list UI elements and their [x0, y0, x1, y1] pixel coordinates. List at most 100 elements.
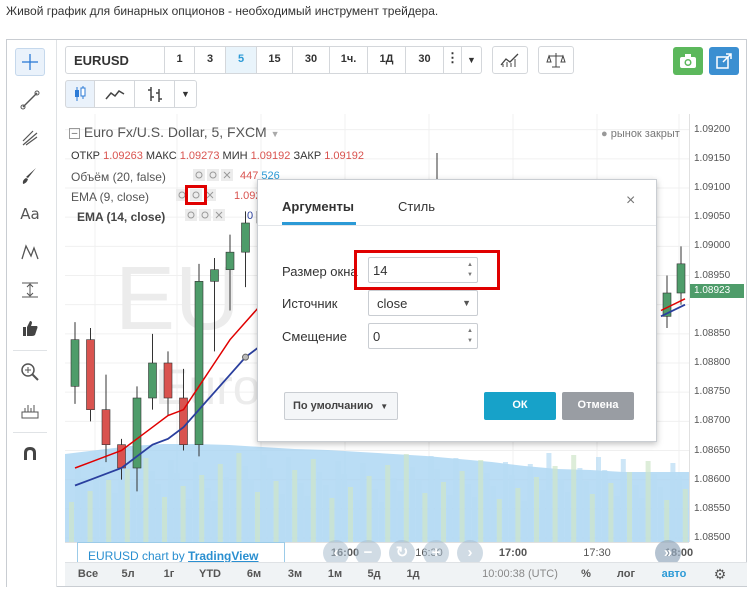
snapshot-button[interactable]	[673, 47, 703, 75]
auto-scale-button[interactable]: авто	[662, 568, 687, 580]
price-tick-label: 1.08800	[694, 357, 731, 368]
ema-fast-legend: EMA (9, close)	[71, 190, 149, 204]
study-settings-dialog: Аргументы Стиль × Размер окна 14 ▲ ▼ Ист…	[257, 179, 657, 442]
time-tick-label: 17:30	[583, 547, 611, 559]
trend-line-tool-button[interactable]	[15, 86, 45, 114]
tradingview-link[interactable]: TradingView	[188, 549, 258, 563]
defaults-button[interactable]: По умолчанию ▼	[284, 392, 398, 420]
interval-button[interactable]: 15	[257, 46, 293, 74]
chevron-down-icon: ▼	[181, 89, 190, 99]
range-button[interactable]: YTD	[199, 568, 221, 580]
vertical-dots-icon: ⋮	[446, 50, 459, 65]
interval-button[interactable]: 3	[195, 46, 226, 74]
range-button[interactable]: 5д	[367, 568, 380, 580]
ema-slow-value: 0	[247, 210, 254, 222]
scales-icon	[546, 53, 566, 68]
pitchfork-tool-button[interactable]	[15, 124, 45, 152]
volume-bar	[614, 496, 620, 542]
interval-button[interactable]: 1	[165, 46, 195, 74]
interval-button[interactable]: 1Д	[368, 46, 406, 74]
volume-bar	[379, 502, 384, 542]
volume-bar	[186, 499, 192, 542]
volume-bar	[465, 484, 471, 542]
like-tool-button[interactable]	[15, 314, 45, 342]
volume-bar	[155, 484, 161, 542]
volume-bar	[447, 495, 453, 542]
ruler-tool-button[interactable]	[15, 396, 45, 424]
price-axis[interactable]: 1.09200 1.09150 1.09100 1.09050 1.09000 1.089…	[689, 114, 747, 543]
volume-bar	[639, 498, 645, 542]
log-scale-button[interactable]: лог	[617, 568, 635, 580]
magnet-tool-button[interactable]	[15, 440, 45, 468]
study-controls-icon[interactable]	[185, 208, 237, 222]
chart-style-dropdown[interactable]: ▼	[175, 80, 197, 108]
more-intervals-button[interactable]: ⋮	[444, 46, 462, 74]
crosshair-tool-button[interactable]	[15, 48, 45, 76]
text-tool-button[interactable]: Aa	[15, 200, 45, 228]
price-tick-label: 1.08700	[694, 415, 731, 427]
measure-tool-button[interactable]	[15, 276, 45, 304]
symbol-input[interactable]: EURUSD	[65, 46, 165, 74]
range-button[interactable]: 5л	[121, 568, 134, 580]
chevron-down-icon[interactable]: ▼	[271, 129, 280, 139]
source-select[interactable]: close ▼	[368, 290, 478, 316]
candle-body	[86, 339, 95, 410]
spin-up-icon[interactable]: ▲	[467, 328, 475, 334]
interval-button[interactable]: 30	[406, 46, 444, 74]
candle-body	[70, 339, 80, 387]
indicators-button[interactable]	[492, 46, 528, 74]
candle-body	[194, 281, 204, 445]
compare-button[interactable]	[538, 46, 574, 74]
volume-bar	[199, 475, 205, 542]
range-button[interactable]: 3м	[288, 568, 302, 580]
collapse-icon[interactable]: –	[69, 128, 80, 139]
tab-arguments[interactable]: Аргументы	[282, 199, 354, 214]
status-dot-icon: ●	[601, 128, 608, 140]
refresh-icon: ↻	[395, 544, 409, 561]
range-button[interactable]: Все	[78, 568, 98, 580]
interval-button[interactable]: 1ч.	[330, 46, 368, 74]
interval-dropdown-button[interactable]: ▼	[462, 46, 482, 74]
interval-button[interactable]: 30	[293, 46, 330, 74]
volume-bar	[552, 466, 558, 542]
candles-style-button[interactable]	[65, 80, 95, 108]
percent-scale-button[interactable]: %	[581, 568, 591, 580]
chart-settings-button[interactable]: ⚙	[714, 566, 727, 583]
close-icon[interactable]: ×	[626, 192, 635, 210]
ok-button[interactable]: ОК	[484, 392, 556, 420]
close-label: ЗАКР	[293, 150, 322, 162]
current-price-label: 1.08923	[690, 284, 744, 299]
spin-down-icon[interactable]: ▼	[467, 338, 475, 344]
volume-bar	[484, 473, 490, 542]
candle-body	[225, 251, 235, 270]
zoom-tool-button[interactable]	[15, 358, 45, 386]
volume-bar	[385, 465, 391, 542]
range-button[interactable]: 1м	[328, 568, 342, 580]
popout-button[interactable]	[709, 47, 739, 75]
text-icon: Aa	[20, 205, 40, 223]
utc-clock: 10:00:38 (UTC)	[482, 568, 558, 580]
bars-style-button[interactable]	[135, 80, 175, 108]
volume-bar	[583, 481, 589, 542]
range-button[interactable]: 1д	[406, 568, 419, 580]
study-controls-icon[interactable]	[193, 168, 245, 182]
interval-button[interactable]: 5	[226, 46, 257, 74]
line-style-button[interactable]	[95, 80, 135, 108]
range-button[interactable]: 6м	[247, 568, 261, 580]
cancel-button[interactable]: Отмена	[562, 392, 634, 420]
price-tick-label: 1.09000	[694, 240, 731, 252]
brush-tool-button[interactable]	[15, 162, 45, 190]
volume-bar	[335, 461, 341, 542]
volume-bar	[515, 488, 521, 542]
range-button[interactable]: 1г	[164, 568, 175, 580]
candle-body	[101, 409, 111, 445]
offset-input[interactable]: 0 ▲ ▼	[368, 323, 478, 349]
volume-bar	[323, 485, 329, 542]
volume-bar	[310, 459, 316, 542]
volume-bar	[137, 495, 143, 542]
low-value: 1.09192	[250, 150, 291, 162]
tab-style[interactable]: Стиль	[398, 199, 435, 214]
pattern-tool-button[interactable]	[15, 238, 45, 266]
chevron-left-icon: ‹	[333, 544, 339, 561]
volume-bar	[434, 469, 440, 542]
